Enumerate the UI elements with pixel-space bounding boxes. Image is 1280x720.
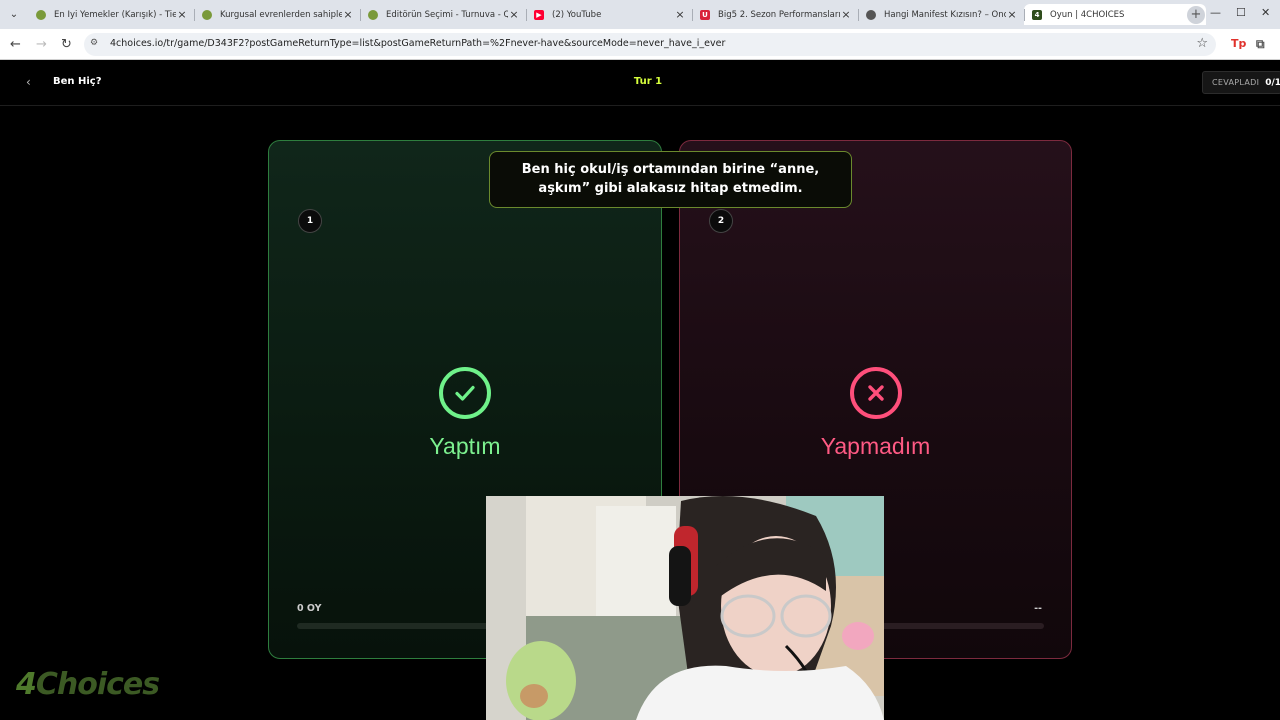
tab-title: Editörün Seçimi - Turnuva - Qu [386,9,508,20]
tab-title: Big5 2. Sezon Performansları | U [718,9,840,20]
option-number-badge: 1 [298,209,322,233]
tab-favicon-icon [202,9,212,20]
tab-close-icon[interactable]: × [674,8,686,21]
check-icon [439,367,491,419]
round-label: Tur 1 [633,76,663,87]
tab-title: Kurgusal evrenlerden sahiplenm [220,9,342,20]
option-label: Yapmadım [820,433,931,459]
tab-title: Hangi Manifest Kızısın? – Onca [884,9,1006,20]
tab-favicon-icon: 4 [1032,9,1042,20]
x-icon [850,367,902,419]
vote-count: 0 OY [297,603,322,614]
tab-title: (2) YouTube [552,9,602,20]
new-tab-button[interactable]: + [1187,6,1205,24]
tab-close-icon[interactable]: × [176,8,188,21]
answered-counter: CEVAPLADI 0/1 [1202,71,1280,94]
tab-favicon-icon [368,9,378,20]
brand-logo: 4Choices [16,667,160,702]
maximize-icon[interactable]: ☐ [1236,6,1246,19]
webcam-overlay [486,496,884,720]
tab-title: En İyi Yemekler (Karışık) - Tier L [54,9,176,20]
webcam-image [486,496,884,720]
option-number-badge: 2 [709,209,733,233]
tab-close-icon[interactable]: × [1006,8,1018,21]
browser-tab[interactable]: U Big5 2. Sezon Performansları | U × [692,4,858,25]
forward-arrow-icon[interactable]: → [36,37,47,52]
url-bar[interactable]: ⚙ 4choices.io/tr/game/D343F2?postGameRet… [84,33,1216,56]
site-info-icon[interactable]: ⚙ [90,38,102,50]
extension-icon[interactable]: Tp [1231,37,1246,50]
tab-search-icon[interactable]: ⌄ [4,5,24,23]
tab-favicon-icon [866,9,876,20]
option-label: Yaptım [429,433,501,459]
tab-favicon-icon [36,9,46,20]
tab-close-icon[interactable]: × [342,8,354,21]
address-toolbar: ← → ↻ ⚙ 4choices.io/tr/game/D343F2?postG… [0,29,1280,60]
browser-tab[interactable]: Editörün Seçimi - Turnuva - Qu × [360,4,526,25]
game-page: ‹ Ben Hiç? Tur 1 CEVAPLADI 0/1 1 Yaptım … [0,61,1280,720]
tab-favicon-icon: U [700,9,710,20]
vote-count: -- [1034,603,1042,614]
browser-tab-active[interactable]: 4 Oyun | 4CHOICES × [1024,4,1206,25]
youtube-icon: ▶ [534,9,544,20]
bookmark-star-icon[interactable]: ☆ [1196,36,1208,51]
question-text: Ben hiç okul/iş ortamından birine “anne,… [489,151,852,208]
reload-icon[interactable]: ↻ [61,37,72,52]
close-window-icon[interactable]: ✕ [1261,6,1270,19]
minimize-icon[interactable]: — [1210,6,1221,19]
browser-tab[interactable]: ▶ (2) YouTube × [526,4,692,25]
back-arrow-icon[interactable]: ← [10,37,21,52]
browser-tab-strip: ⌄ En İyi Yemekler (Karışık) - Tier L × K… [0,0,1280,29]
answered-label: CEVAPLADI [1212,78,1260,87]
tab-close-icon[interactable]: × [508,8,520,21]
tab-list: En İyi Yemekler (Karışık) - Tier L × Kur… [28,4,1206,25]
answered-count: 0/1 [1265,77,1280,88]
browser-tab[interactable]: Kurgusal evrenlerden sahiplenm × [194,4,360,25]
browser-tab[interactable]: Hangi Manifest Kızısın? – Onca × [858,4,1024,25]
tab-close-icon[interactable]: × [840,8,852,21]
tab-title: Oyun | 4CHOICES [1050,9,1125,20]
game-header: ‹ Ben Hiç? Tur 1 CEVAPLADI 0/1 [0,61,1280,106]
url-text[interactable]: 4choices.io/tr/game/D343F2?postGameRetur… [110,38,725,49]
browser-tab[interactable]: En İyi Yemekler (Karışık) - Tier L × [28,4,194,25]
extensions-puzzle-icon[interactable]: ⧉ [1256,37,1265,52]
